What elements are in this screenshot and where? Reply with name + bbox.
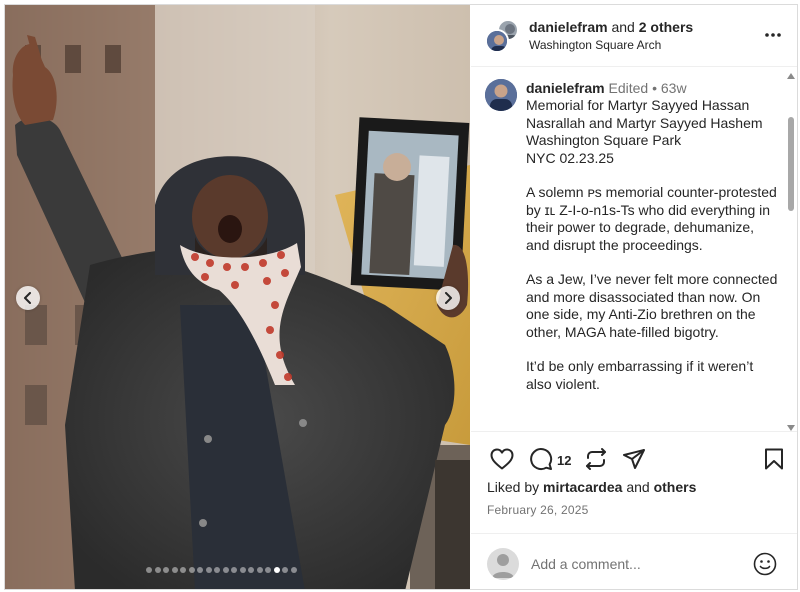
chevron-right-icon — [445, 292, 452, 304]
carousel-next-button[interactable] — [436, 286, 460, 310]
save-button[interactable] — [761, 446, 787, 472]
likes-prefix: Liked by — [487, 479, 544, 495]
comment-composer — [471, 533, 797, 589]
post-dialog: danielefram and 2 others Washington Squa… — [4, 4, 798, 590]
carousel-dot — [146, 567, 152, 573]
caption-username[interactable]: danielefram — [526, 80, 605, 96]
share-icon — [623, 449, 645, 469]
scroll-up-arrow[interactable] — [787, 73, 795, 79]
liker-username[interactable]: mirtacardea — [543, 479, 622, 495]
carousel-dot — [248, 567, 254, 573]
post-panel: danielefram and 2 others Washington Squa… — [471, 5, 797, 589]
likes-others-link[interactable]: others — [654, 479, 697, 495]
caption-meta: danielefram Edited • 63w — [526, 80, 781, 97]
author-others-link[interactable]: 2 others — [639, 19, 693, 35]
post-media[interactable] — [5, 5, 470, 589]
carousel-dot — [154, 567, 161, 573]
carousel-dot — [265, 567, 271, 573]
chevron-left-icon — [24, 292, 31, 304]
carousel-dot — [282, 567, 288, 573]
emoji-smile-icon — [753, 552, 777, 576]
emoji-button[interactable] — [753, 552, 777, 576]
carousel-dot-active — [273, 567, 280, 573]
carousel-dot — [188, 567, 195, 573]
edited-label: Edited — [604, 80, 649, 96]
carousel-dot — [222, 567, 229, 573]
authors-joiner: and — [607, 19, 639, 35]
comment-count: 12 — [557, 453, 572, 468]
repost-icon — [586, 448, 606, 470]
carousel-prev-button[interactable] — [16, 286, 40, 310]
carousel-dot — [205, 567, 212, 573]
carousel-dot — [239, 567, 246, 573]
more-horizontal-icon — [765, 33, 781, 37]
scroll-down-arrow[interactable] — [787, 425, 795, 431]
post-location[interactable]: Washington Square Arch — [529, 38, 661, 52]
likes-summary: Liked by mirtacardea and others — [487, 479, 696, 495]
comment-button[interactable] — [528, 446, 554, 472]
carousel-dot — [256, 567, 263, 573]
carousel-dot — [290, 567, 297, 573]
carousel-dot — [163, 567, 169, 573]
author-username[interactable]: danielefram — [529, 19, 608, 35]
carousel-indicator — [146, 567, 297, 573]
caption-text: Memorial for Martyr Sayyed Hassan Nasral… — [526, 97, 781, 393]
carousel-dot — [180, 567, 186, 573]
post-photo — [5, 5, 470, 589]
more-options-button[interactable] — [761, 25, 785, 45]
meta-separator: • — [648, 80, 661, 96]
post-date[interactable]: February 26, 2025 — [487, 503, 588, 517]
heart-icon — [490, 448, 514, 470]
carousel-dot — [214, 567, 220, 573]
bookmark-icon — [765, 448, 783, 470]
scrollbar-thumb[interactable] — [788, 117, 794, 211]
caption-paragraph: As a Jew, I’ve never felt more connected… — [526, 271, 778, 340]
avatar[interactable] — [485, 79, 517, 111]
caption-scroll-area[interactable]: danielefram Edited • 63w Memorial for Ma… — [471, 68, 797, 432]
likes-joiner: and — [622, 479, 654, 495]
scrollbar[interactable] — [785, 73, 797, 431]
carousel-dot — [231, 567, 237, 573]
post-header: danielefram and 2 others Washington Squa… — [471, 5, 797, 67]
post-age[interactable]: 63w — [661, 80, 687, 96]
comment-input[interactable] — [531, 552, 741, 576]
avatar-stack[interactable] — [485, 19, 519, 53]
action-bar: 12 — [471, 442, 797, 478]
like-button[interactable] — [489, 446, 515, 472]
comment-icon — [530, 448, 553, 471]
caption: danielefram Edited • 63w Memorial for Ma… — [526, 80, 781, 411]
post-authors: danielefram and 2 others — [529, 19, 693, 35]
carousel-dot — [171, 567, 178, 573]
caption-paragraph: A solemn ᴘs memorial counter-protested b… — [526, 184, 777, 253]
share-button[interactable] — [621, 446, 647, 472]
carousel-dot — [197, 567, 203, 573]
avatar — [485, 29, 509, 53]
caption-paragraph: Memorial for Martyr Sayyed Hassan Nasral… — [526, 97, 763, 166]
caption-paragraph: It’d be only embarrassing if it weren’t … — [526, 358, 754, 392]
avatar — [487, 548, 519, 580]
repost-button[interactable] — [583, 446, 609, 472]
